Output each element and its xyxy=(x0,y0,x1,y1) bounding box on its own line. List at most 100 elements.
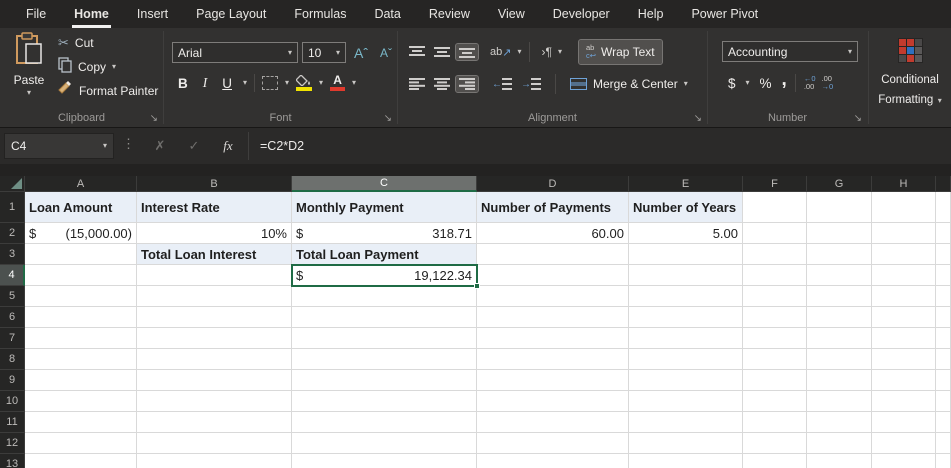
font-name-combo[interactable]: Arial ▾ xyxy=(172,42,298,63)
cell-b11[interactable] xyxy=(137,412,292,433)
accounting-format-button[interactable]: $ xyxy=(724,76,740,91)
row-header-7[interactable]: 7 xyxy=(0,328,25,349)
cell-c2[interactable]: $318.71 xyxy=(292,223,477,244)
cell-h6[interactable] xyxy=(872,307,936,328)
cell-g4[interactable] xyxy=(807,265,872,286)
font-color-button[interactable]: A xyxy=(330,75,345,91)
cell-h10[interactable] xyxy=(872,391,936,412)
cell-c3[interactable]: Total Loan Payment xyxy=(292,244,477,265)
cell-a8[interactable] xyxy=(25,349,137,370)
font-color-caret[interactable]: ▾ xyxy=(352,79,356,87)
cell-partial[interactable] xyxy=(936,391,951,412)
cell-a5[interactable] xyxy=(25,286,137,307)
orientation-button[interactable]: ab↗ xyxy=(487,44,514,61)
row-header-4[interactable]: 4 xyxy=(0,265,25,286)
cell-partial[interactable] xyxy=(936,244,951,265)
column-header-D[interactable]: D xyxy=(477,176,629,192)
reading-order-caret[interactable]: ▾ xyxy=(558,48,562,56)
row-header-11[interactable]: 11 xyxy=(0,412,25,433)
font-dialog-launcher-icon[interactable]: ↘ xyxy=(384,113,392,124)
cell-d10[interactable] xyxy=(477,391,629,412)
cell-partial[interactable] xyxy=(936,307,951,328)
cell-d12[interactable] xyxy=(477,433,629,454)
cell-partial[interactable] xyxy=(936,454,951,468)
cell-e8[interactable] xyxy=(629,349,743,370)
row-header-10[interactable]: 10 xyxy=(0,391,25,412)
number-format-combo[interactable]: Accounting ▾ xyxy=(722,41,858,62)
cell-g13[interactable] xyxy=(807,454,872,468)
borders-caret[interactable]: ▾ xyxy=(285,79,289,87)
cell-f8[interactable] xyxy=(743,349,807,370)
cell-h7[interactable] xyxy=(872,328,936,349)
align-top-button[interactable] xyxy=(406,44,428,60)
accounting-format-caret[interactable]: ▾ xyxy=(746,79,750,87)
cell-h5[interactable] xyxy=(872,286,936,307)
cell-d9[interactable] xyxy=(477,370,629,391)
cell-h3[interactable] xyxy=(872,244,936,265)
cell-e1[interactable]: Number of Years xyxy=(629,192,743,223)
cell-g1[interactable] xyxy=(807,192,872,223)
tab-file[interactable]: File xyxy=(12,0,60,28)
cell-d11[interactable] xyxy=(477,412,629,433)
row-header-6[interactable]: 6 xyxy=(0,307,25,328)
underline-button[interactable]: U xyxy=(218,76,236,91)
cell-g3[interactable] xyxy=(807,244,872,265)
column-header-F[interactable]: F xyxy=(743,176,807,192)
cell-c5[interactable] xyxy=(292,286,477,307)
number-dialog-launcher-icon[interactable]: ↘ xyxy=(854,113,862,124)
cell-a3[interactable] xyxy=(25,244,137,265)
cell-f12[interactable] xyxy=(743,433,807,454)
cell-g6[interactable] xyxy=(807,307,872,328)
cell-g9[interactable] xyxy=(807,370,872,391)
copy-dropdown-caret[interactable]: ▾ xyxy=(112,63,116,71)
cell-a2[interactable]: $(15,000.00) xyxy=(25,223,137,244)
column-header-B[interactable]: B xyxy=(137,176,292,192)
cell-d2[interactable]: 60.00 xyxy=(477,223,629,244)
column-header-H[interactable]: H xyxy=(872,176,936,192)
select-all-button[interactable] xyxy=(0,176,25,192)
clipboard-dialog-launcher-icon[interactable]: ↘ xyxy=(150,113,158,124)
orientation-caret[interactable]: ▾ xyxy=(517,48,521,56)
align-bottom-button[interactable] xyxy=(456,44,478,60)
row-header-3[interactable]: 3 xyxy=(0,244,25,265)
cell-partial[interactable] xyxy=(936,223,951,244)
tab-insert[interactable]: Insert xyxy=(123,0,182,28)
cell-b5[interactable] xyxy=(137,286,292,307)
cell-e2[interactable]: 5.00 xyxy=(629,223,743,244)
cell-f11[interactable] xyxy=(743,412,807,433)
cell-b1[interactable]: Interest Rate xyxy=(137,192,292,223)
cell-c4[interactable]: $19,122.34 xyxy=(292,265,477,286)
decrease-indent-button[interactable]: ← xyxy=(489,76,515,92)
row-header-1[interactable]: 1 xyxy=(0,192,25,223)
cell-b2[interactable]: 10% xyxy=(137,223,292,244)
borders-icon[interactable] xyxy=(262,76,278,90)
cell-f9[interactable] xyxy=(743,370,807,391)
cell-a10[interactable] xyxy=(25,391,137,412)
cell-e3[interactable] xyxy=(629,244,743,265)
tab-formulas[interactable]: Formulas xyxy=(280,0,360,28)
cell-b9[interactable] xyxy=(137,370,292,391)
name-box[interactable]: C4 ▾ xyxy=(4,133,114,159)
cancel-button[interactable]: ✗ xyxy=(148,135,172,157)
increase-font-size-button[interactable]: Aˆ xyxy=(350,45,372,61)
increase-decimal-button[interactable]: ←0.00 xyxy=(804,75,816,92)
fill-color-caret[interactable]: ▾ xyxy=(319,79,323,87)
cell-h8[interactable] xyxy=(872,349,936,370)
paste-button[interactable]: Paste ▾ xyxy=(6,32,52,120)
column-header-A[interactable]: A xyxy=(25,176,137,192)
row-header-13[interactable]: 13 xyxy=(0,454,25,468)
format-painter-button[interactable]: Format Painter xyxy=(58,82,158,100)
cell-d1[interactable]: Number of Payments xyxy=(477,192,629,223)
column-header-partial[interactable] xyxy=(936,176,951,192)
cell-h4[interactable] xyxy=(872,265,936,286)
cell-f4[interactable] xyxy=(743,265,807,286)
increase-indent-button[interactable]: → xyxy=(518,76,544,92)
cell-d13[interactable] xyxy=(477,454,629,468)
cut-button[interactable]: ✂ Cut xyxy=(58,34,158,52)
cell-partial[interactable] xyxy=(936,192,951,223)
formula-input[interactable]: =C2*D2 xyxy=(260,128,304,164)
cell-f5[interactable] xyxy=(743,286,807,307)
wrap-text-button[interactable]: abc↩ Wrap Text xyxy=(579,40,662,64)
cell-b10[interactable] xyxy=(137,391,292,412)
comma-style-button[interactable]: , xyxy=(782,75,787,91)
